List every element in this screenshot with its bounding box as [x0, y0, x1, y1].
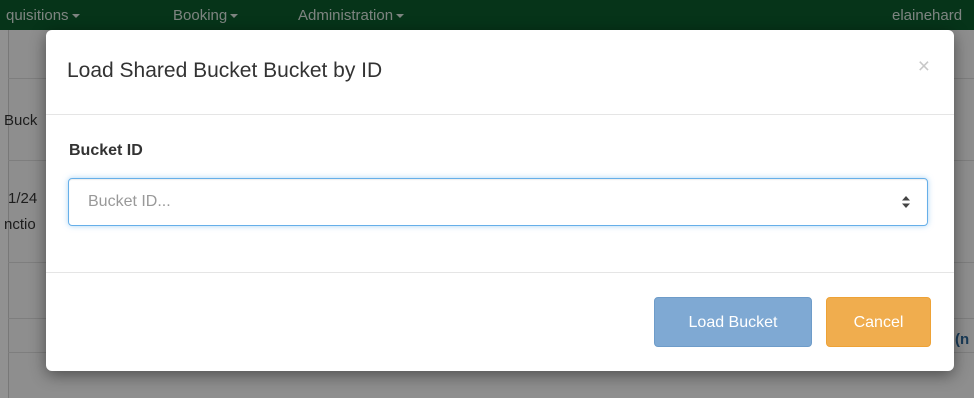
modal-header: Load Shared Bucket Bucket by ID × — [46, 30, 954, 115]
load-bucket-button[interactable]: Load Bucket — [654, 297, 812, 347]
modal-title: Load Shared Bucket Bucket by ID — [67, 59, 383, 82]
load-bucket-dialog: Load Shared Bucket Bucket by ID × Bucket… — [46, 30, 954, 371]
number-spinner-icon[interactable] — [901, 195, 911, 209]
bucket-id-input[interactable] — [69, 179, 889, 225]
bucket-id-field[interactable] — [68, 178, 928, 226]
bucket-id-label: Bucket ID — [69, 142, 143, 159]
modal-footer: Load Bucket Cancel — [46, 273, 954, 371]
close-icon[interactable]: × — [918, 56, 930, 77]
modal-body: Bucket ID — [46, 115, 954, 273]
cancel-button[interactable]: Cancel — [826, 297, 931, 347]
